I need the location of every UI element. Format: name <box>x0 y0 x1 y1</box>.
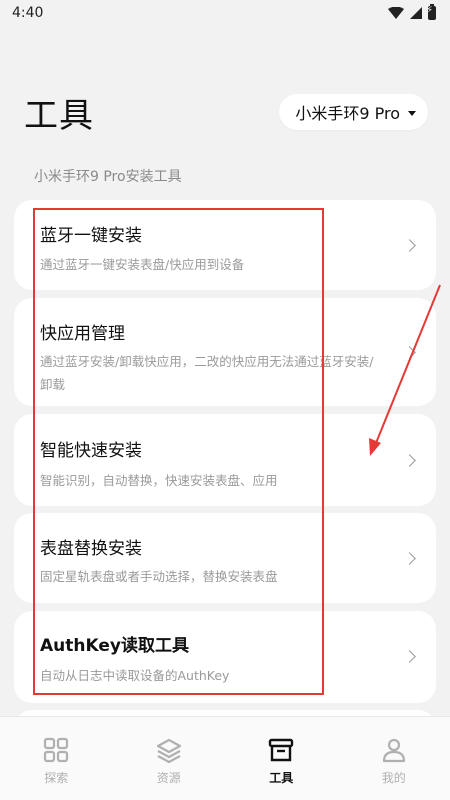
status-icons <box>388 4 436 20</box>
tool-card-smart-install[interactable]: 智能快速安装 智能识别，自动替换，快速安装表盘、应用 <box>14 414 436 506</box>
tool-card-description: 固定星轨表盘或者手动选择，替换安装表盘 <box>40 569 278 584</box>
layers-icon <box>156 738 181 763</box>
status-bar: 4:40 <box>0 0 450 26</box>
device-selector-label: 小米手环9 Pro <box>295 104 400 123</box>
nav-label: 资源 <box>156 771 181 785</box>
tool-card-description: 智能识别，自动替换，快速安装表盘、应用 <box>40 473 278 488</box>
chevron-right-icon <box>403 346 416 359</box>
nav-item-tools[interactable]: 工具 <box>241 737 321 786</box>
wifi-icon <box>388 7 404 19</box>
nav-label: 探索 <box>44 771 69 785</box>
tool-card-description: 通过蓝牙一键安装表盘/快应用到设备 <box>40 257 245 272</box>
person-icon <box>382 738 405 763</box>
nav-label: 工具 <box>269 771 294 785</box>
tool-card-quickapp-manage[interactable]: 快应用管理 通过蓝牙安装/卸载快应用，二改的快应用无法通过蓝牙安装/卸载 <box>14 298 436 406</box>
tool-card-title: AuthKey读取工具 <box>40 636 189 656</box>
nav-item-profile[interactable]: 我的 <box>354 737 434 786</box>
nav-item-explore[interactable]: 探索 <box>16 737 96 786</box>
nav-label: 我的 <box>381 771 406 785</box>
tool-card-description: 自动从日志中读取设备的AuthKey <box>40 668 230 683</box>
status-time: 4:40 <box>12 5 44 21</box>
chevron-right-icon <box>403 650 416 663</box>
tool-card-bluetooth-install[interactable]: 蓝牙一键安装 通过蓝牙一键安装表盘/快应用到设备 <box>14 200 436 290</box>
tool-card-title: 快应用管理 <box>40 324 125 344</box>
toolbox-icon <box>269 738 294 762</box>
tool-card-authkey-reader[interactable]: AuthKey读取工具 自动从日志中读取设备的AuthKey <box>14 611 436 703</box>
bottom-navigation: 探索 资源 工具 我的 <box>0 716 450 800</box>
chevron-right-icon <box>403 454 416 467</box>
page-title: 工具 <box>24 96 94 136</box>
section-label: 小米手环9 Pro安装工具 <box>34 169 182 185</box>
battery-icon <box>426 4 436 20</box>
caret-down-icon <box>408 110 416 116</box>
nav-item-resources[interactable]: 资源 <box>129 737 209 786</box>
device-selector[interactable]: 小米手环9 Pro <box>279 94 428 130</box>
chevron-right-icon <box>403 239 416 252</box>
signal-icon <box>410 7 422 19</box>
grid-icon <box>44 737 69 763</box>
tool-card-title: 蓝牙一键安装 <box>40 226 142 246</box>
tool-card-watchface-replace[interactable]: 表盘替换安装 固定星轨表盘或者手动选择，替换安装表盘 <box>14 513 436 603</box>
tool-card-title: 表盘替换安装 <box>40 539 142 559</box>
tool-card-description: 通过蓝牙安装/卸载快应用，二改的快应用无法通过蓝牙安装/卸载 <box>40 354 374 392</box>
tool-card-title: 智能快速安装 <box>40 441 142 461</box>
chevron-right-icon <box>403 552 416 565</box>
